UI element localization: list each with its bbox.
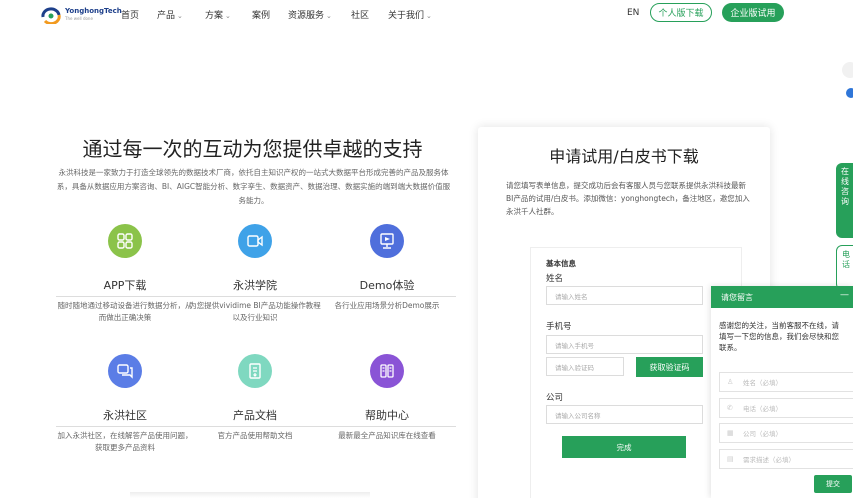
section-title-basic: 基本信息: [546, 259, 576, 268]
chat-submit-button[interactable]: 提交: [814, 475, 852, 493]
language-switch[interactable]: EN: [627, 8, 639, 18]
feature-title: APP下载: [56, 277, 194, 297]
document-icon: [238, 354, 272, 388]
feature-academy[interactable]: 永洪学院 为您提供vividime BI产品功能操作教程以及行业知识: [186, 224, 324, 324]
chevron-down-icon: ⌄: [225, 12, 231, 20]
chat-name-input[interactable]: ♙ 姓名（必填）: [719, 372, 853, 392]
logo-text: YonghongTech The well done: [65, 7, 122, 21]
video-icon: [238, 224, 272, 258]
phone-tab[interactable]: 电话: [836, 245, 853, 290]
chat-offline-message: 感谢您的关注，当前客服不在线，请填写一下您的信息，我们会尽快和您联系。: [719, 321, 839, 352]
feature-desc: 官方产品使用帮助文档: [217, 431, 293, 440]
feature-desc: 随时随地通过移动设备进行数据分析，从而做出正确决策: [57, 301, 193, 322]
feature-community[interactable]: 永洪社区 加入永洪社区，在线解答产品使用问题，获取更多产品资料: [56, 354, 194, 454]
feature-app-download[interactable]: APP下载 随时随地通过移动设备进行数据分析，从而做出正确决策: [56, 224, 194, 324]
presentation-icon: [370, 224, 404, 258]
logo-icon: [41, 7, 61, 24]
chevron-down-icon: ⌄: [177, 12, 183, 20]
feature-title: Demo体验: [318, 277, 456, 297]
get-code-button[interactable]: 获取验证码: [636, 357, 703, 377]
feature-title: 永洪社区: [56, 407, 194, 427]
float-badge-icon[interactable]: [846, 88, 853, 98]
nav-item-home[interactable]: 首页: [121, 8, 139, 21]
chat-requirement-input[interactable]: ▤ 需求描述（必填）: [719, 449, 853, 469]
name-input[interactable]: 请输入姓名: [546, 286, 703, 305]
chat-phone-input[interactable]: ✆ 电话（必填）: [719, 398, 853, 418]
top-nav: YonghongTech The well done 首页 产品 ⌄ 方案 ⌄ 案例…: [0, 0, 853, 32]
chat-widget: 请您留言 — 感谢您的关注，当前客服不在线，请填写一下您的信息，我们会尽快和您联…: [711, 286, 853, 498]
minimize-icon[interactable]: —: [840, 290, 849, 300]
intro-text: 永洪科技是一家致力于打造全球领先的数据技术厂商，依托自主知识产权的一站式大数据平…: [56, 168, 451, 205]
company-icon: ▦: [727, 429, 734, 437]
page-title: 通过每一次的互动为您提供卓越的支持: [82, 137, 423, 161]
company-label: 公司: [546, 393, 564, 403]
chevron-down-icon: ⌄: [426, 12, 432, 20]
feature-title: 产品文档: [186, 407, 324, 427]
phone-input[interactable]: 请输入手机号: [546, 335, 703, 354]
feature-desc: 各行业应用场景分析Demo展示: [334, 301, 440, 310]
form-submit-button[interactable]: 完成: [562, 436, 686, 458]
nav-item-about[interactable]: 关于我们 ⌄: [388, 8, 432, 21]
chat-icon: [108, 354, 142, 388]
chevron-down-icon: ⌄: [326, 12, 332, 20]
feature-title: 永洪学院: [186, 277, 324, 297]
feature-desc: 最新最全产品知识库在线查看: [338, 431, 436, 440]
nav-item-products[interactable]: 产品 ⌄: [157, 8, 183, 21]
grid-icon: [108, 224, 142, 258]
feature-title: 帮助中心: [318, 407, 456, 427]
feature-demo[interactable]: Demo体验 各行业应用场景分析Demo展示: [318, 224, 456, 312]
nav-item-resources[interactable]: 资源服务 ⌄: [288, 8, 332, 21]
company-input[interactable]: 请输入公司名称: [546, 405, 703, 424]
nav-item-solutions[interactable]: 方案 ⌄: [205, 8, 231, 21]
help-grid-icon: [370, 354, 404, 388]
nav-item-community[interactable]: 社区: [351, 8, 369, 21]
form-title: 申请试用/白皮书下载: [549, 147, 699, 166]
chat-title: 请您留言: [721, 292, 753, 302]
online-consult-tab[interactable]: 在线咨询: [836, 163, 853, 238]
feature-help-center[interactable]: 帮助中心 最新最全产品知识库在线查看: [318, 354, 456, 442]
verification-code-input[interactable]: 请输入验证码: [546, 357, 624, 376]
chat-header: 请您留言 —: [711, 286, 853, 308]
logo[interactable]: YonghongTech The well done: [40, 6, 122, 24]
divider: [130, 492, 370, 498]
phone-label: 手机号: [546, 322, 572, 332]
user-icon: ♙: [727, 378, 734, 386]
scroll-top-icon[interactable]: [842, 62, 853, 78]
form-description: 请您填写表单信息，提交成功后会有客服人员与您联系提供永洪科技最新BI产品的试用/…: [506, 181, 750, 216]
personal-download-button[interactable]: 个人版下载: [650, 3, 712, 22]
phone-icon: ✆: [727, 404, 733, 412]
note-icon: ▤: [727, 455, 734, 463]
chat-company-input[interactable]: ▦ 公司（必填）: [719, 423, 853, 443]
name-label: 姓名: [546, 274, 564, 284]
feature-desc: 加入永洪社区，在线解答产品使用问题，获取更多产品资料: [57, 431, 193, 452]
enterprise-trial-button[interactable]: 企业版试用: [722, 3, 784, 22]
feature-docs[interactable]: 产品文档 官方产品使用帮助文档: [186, 354, 324, 442]
nav-item-cases[interactable]: 案例: [252, 8, 270, 21]
feature-desc: 为您提供vividime BI产品功能操作教程以及行业知识: [189, 301, 321, 322]
